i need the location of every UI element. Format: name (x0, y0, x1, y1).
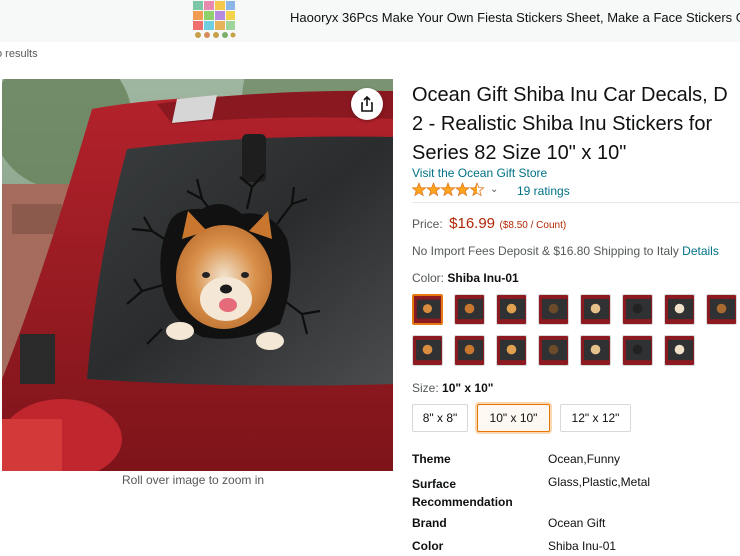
product-title: Ocean Gift Shiba Inu Car Decals, D 2 - R… (412, 81, 740, 168)
color-swatch[interactable] (664, 294, 695, 325)
color-swatch[interactable] (622, 335, 653, 366)
spec-key-surface: Surface Recommendation (412, 477, 513, 509)
shipping-info: No Import Fees Deposit & $16.80 Shipping… (412, 244, 719, 258)
color-swatch[interactable] (538, 335, 569, 366)
share-icon (361, 96, 373, 112)
spec-key-brand: Brand (412, 516, 447, 530)
color-swatch[interactable] (496, 335, 527, 366)
zoom-hint-text: Roll over image to zoom in (122, 473, 265, 487)
spec-key-theme: Theme (412, 452, 451, 466)
color-swatch[interactable] (580, 294, 611, 325)
back-to-results-link[interactable]: o results (0, 48, 38, 60)
color-value: Shiba Inu-01 (447, 271, 519, 285)
size-value: 10" x 10" (442, 381, 494, 395)
sponsored-banner[interactable]: Haooryx 36Pcs Make Your Own Fiesta Stick… (0, 0, 740, 42)
spec-value-theme: Ocean,Funny (548, 452, 621, 466)
color-swatch[interactable] (580, 335, 611, 366)
store-link[interactable]: Visit the Ocean Gift Store (412, 166, 547, 180)
color-swatch[interactable] (412, 335, 443, 366)
price-row: Price: $16.99 ($8.50 / Count) (412, 215, 566, 233)
color-swatch[interactable] (538, 294, 569, 325)
ratings-count-link[interactable]: 19 ratings (517, 184, 570, 198)
product-title-line: 2 - Realistic Shiba Inu Stickers for (412, 113, 713, 135)
star-rating[interactable] (412, 182, 486, 198)
product-main-image[interactable] (2, 79, 393, 471)
spec-value-brand: Ocean Gift (548, 516, 606, 530)
size-selector-label: Size: 10" x 10" (412, 381, 493, 395)
color-swatch[interactable] (706, 294, 737, 325)
color-label: Color: (412, 271, 445, 285)
product-title-line: Ocean Gift Shiba Inu Car Decals, D (412, 84, 728, 106)
color-selector-label: Color: Shiba Inu-01 (412, 271, 519, 285)
price-value: $16.99 (449, 215, 496, 232)
star-rating-icon (412, 182, 485, 197)
spec-value-surface: Glass,Plastic,Metal (548, 475, 651, 489)
color-swatch[interactable] (664, 335, 695, 366)
color-swatch[interactable] (454, 335, 485, 366)
chevron-down-icon[interactable]: ⌄ (490, 184, 498, 195)
color-swatch[interactable] (412, 294, 443, 325)
product-title-line: Series 82 Size 10" x 10" (412, 142, 627, 164)
divider (412, 202, 740, 203)
unit-price: ($8.50 / Count) (499, 220, 567, 231)
size-option[interactable]: 12" x 12" (560, 404, 631, 432)
spec-value-color: Shiba Inu-01 (548, 539, 617, 553)
spec-key-color: Color (412, 539, 444, 553)
price-label: Price: (412, 217, 443, 231)
banner-product-title[interactable]: Haooryx 36Pcs Make Your Own Fiesta Stick… (290, 10, 740, 25)
shipping-details-link[interactable]: Details (682, 244, 719, 258)
color-swatch[interactable] (454, 294, 485, 325)
size-option-selected[interactable]: 10" x 10" (477, 404, 550, 432)
banner-product-thumbnail[interactable] (191, 0, 237, 40)
color-swatch[interactable] (496, 294, 527, 325)
size-option[interactable]: 8" x 8" (412, 404, 468, 432)
share-button[interactable] (351, 88, 383, 120)
color-swatch[interactable] (622, 294, 653, 325)
shipping-text: No Import Fees Deposit & $16.80 Shipping… (412, 244, 679, 258)
size-label: Size: (412, 381, 439, 395)
